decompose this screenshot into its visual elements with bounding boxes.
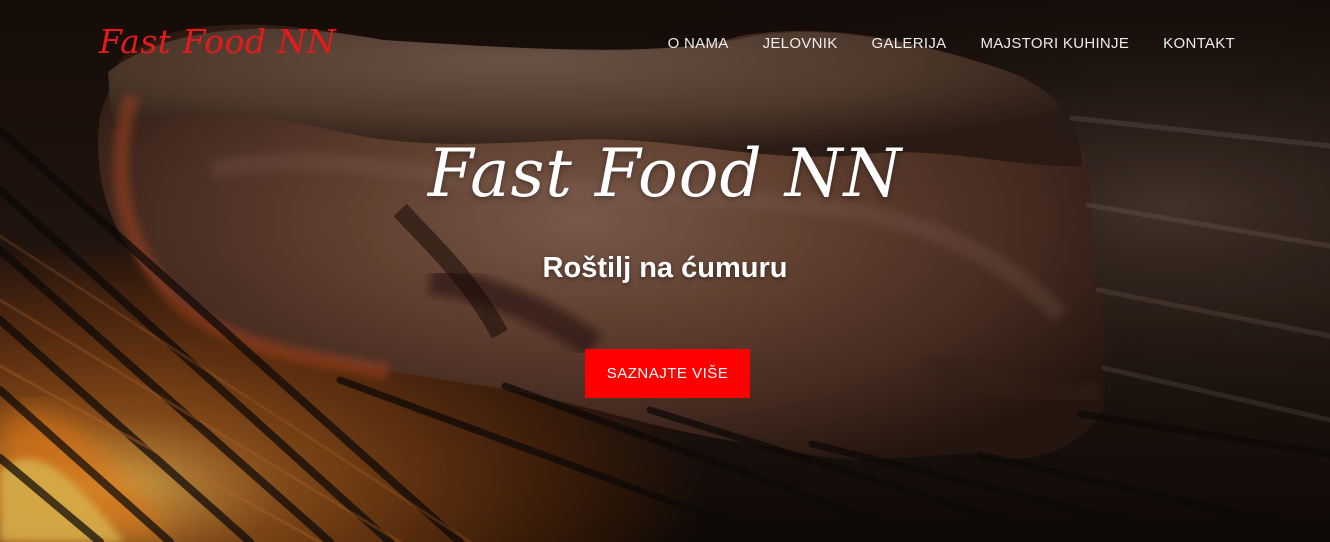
hero-content: Fast Food NN Roštilj na ćumuru SAZNAJTE … <box>0 0 1330 542</box>
hero-subtitle: Roštilj na ćumuru <box>542 252 788 284</box>
hero-title: Fast Food NN <box>427 135 903 212</box>
hero-section: Fast Food NN O NAMA JELOVNIK GALERIJA MA… <box>0 0 1330 542</box>
learn-more-button[interactable]: SAZNAJTE VIŠE <box>585 349 750 398</box>
